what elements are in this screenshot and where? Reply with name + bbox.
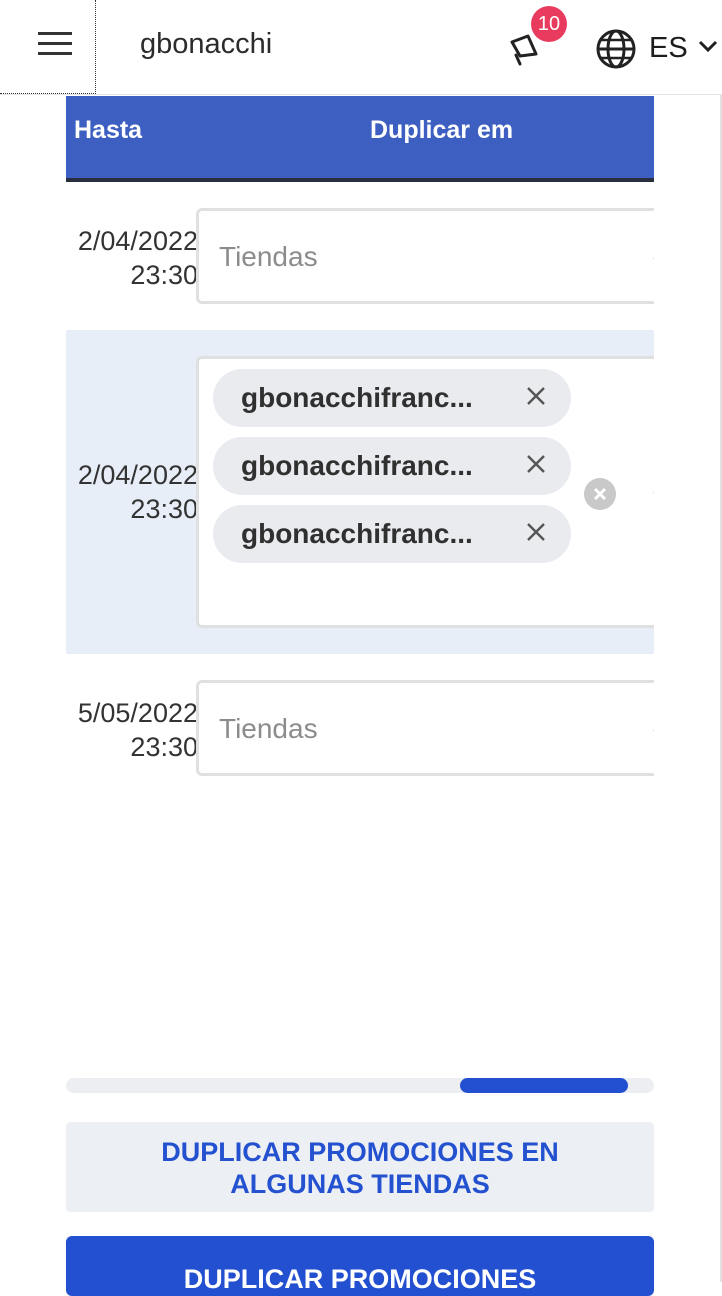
- until-date: 2/04/2022 23:30: [77, 460, 198, 524]
- chevron-down-icon[interactable]: [698, 40, 718, 54]
- store-chip: gbonacchifranc...: [213, 505, 571, 563]
- clear-icon: [593, 487, 607, 501]
- close-icon[interactable]: [523, 451, 549, 477]
- column-until: Hasta: [74, 116, 143, 144]
- store-chip: gbonacchifranc...: [213, 369, 571, 427]
- language-selector[interactable]: ES: [649, 32, 688, 65]
- globe-icon[interactable]: [596, 29, 636, 69]
- stores-placeholder: Tiendas: [219, 713, 318, 744]
- menu-button[interactable]: [0, 0, 96, 94]
- until-date: 2/04/2022 23:30: [77, 226, 198, 290]
- column-duplicate-in: Duplicar em: [370, 116, 514, 144]
- scrollbar-thumb[interactable]: [460, 1078, 628, 1093]
- stores-select[interactable]: Tiendas ⌄: [196, 680, 654, 776]
- dropdown-arrow-icon[interactable]: ⌄: [649, 715, 654, 741]
- button-label: DUPLICAR PROMOCIONES: [183, 1264, 537, 1294]
- stores-select[interactable]: Tiendas ⌄: [196, 208, 654, 304]
- stores-placeholder: Tiendas: [219, 241, 318, 272]
- stores-select[interactable]: gbonacchifranc... gbonacchifranc... gbon…: [196, 356, 654, 628]
- table-row: 2/04/202223:30 Tiendas ⌄: [66, 182, 654, 328]
- until-date: 5/05/2022 23:30: [77, 698, 198, 762]
- hamburger-icon: [38, 32, 72, 55]
- duplicate-some-stores-button[interactable]: DUPLICAR PROMOCIONES EN ALGUNAS TIENDAS: [66, 1122, 654, 1212]
- username: gbonacchi: [140, 28, 273, 60]
- table-row: 5/05/202223:30 Tiendas ⌄: [66, 656, 654, 802]
- dropdown-arrow-icon[interactable]: ⌄: [649, 477, 654, 503]
- button-label-line1: DUPLICAR PROMOCIONES EN: [161, 1137, 559, 1167]
- table-header: Hasta Duplicar em: [66, 96, 654, 182]
- store-chip-label: gbonacchifranc...: [241, 518, 473, 549]
- notification-badge: 10: [531, 6, 567, 42]
- horizontal-scrollbar[interactable]: [66, 1078, 654, 1093]
- button-label-line2: ALGUNAS TIENDAS: [230, 1169, 490, 1199]
- dropdown-arrow-icon[interactable]: ⌄: [649, 243, 654, 269]
- duplicate-promotions-button[interactable]: DUPLICAR PROMOCIONES: [66, 1236, 654, 1296]
- close-icon[interactable]: [523, 519, 549, 545]
- clear-all-button[interactable]: [584, 478, 616, 510]
- store-chip: gbonacchifranc...: [213, 437, 571, 495]
- table-row: 2/04/2022 23:30 gbonacchifranc... gbonacc…: [66, 330, 654, 654]
- close-icon[interactable]: [523, 383, 549, 409]
- top-bar: gbonacchi 10 ES: [0, 0, 722, 95]
- store-chip-label: gbonacchifranc...: [241, 382, 473, 413]
- store-chip-label: gbonacchifranc...: [241, 450, 473, 481]
